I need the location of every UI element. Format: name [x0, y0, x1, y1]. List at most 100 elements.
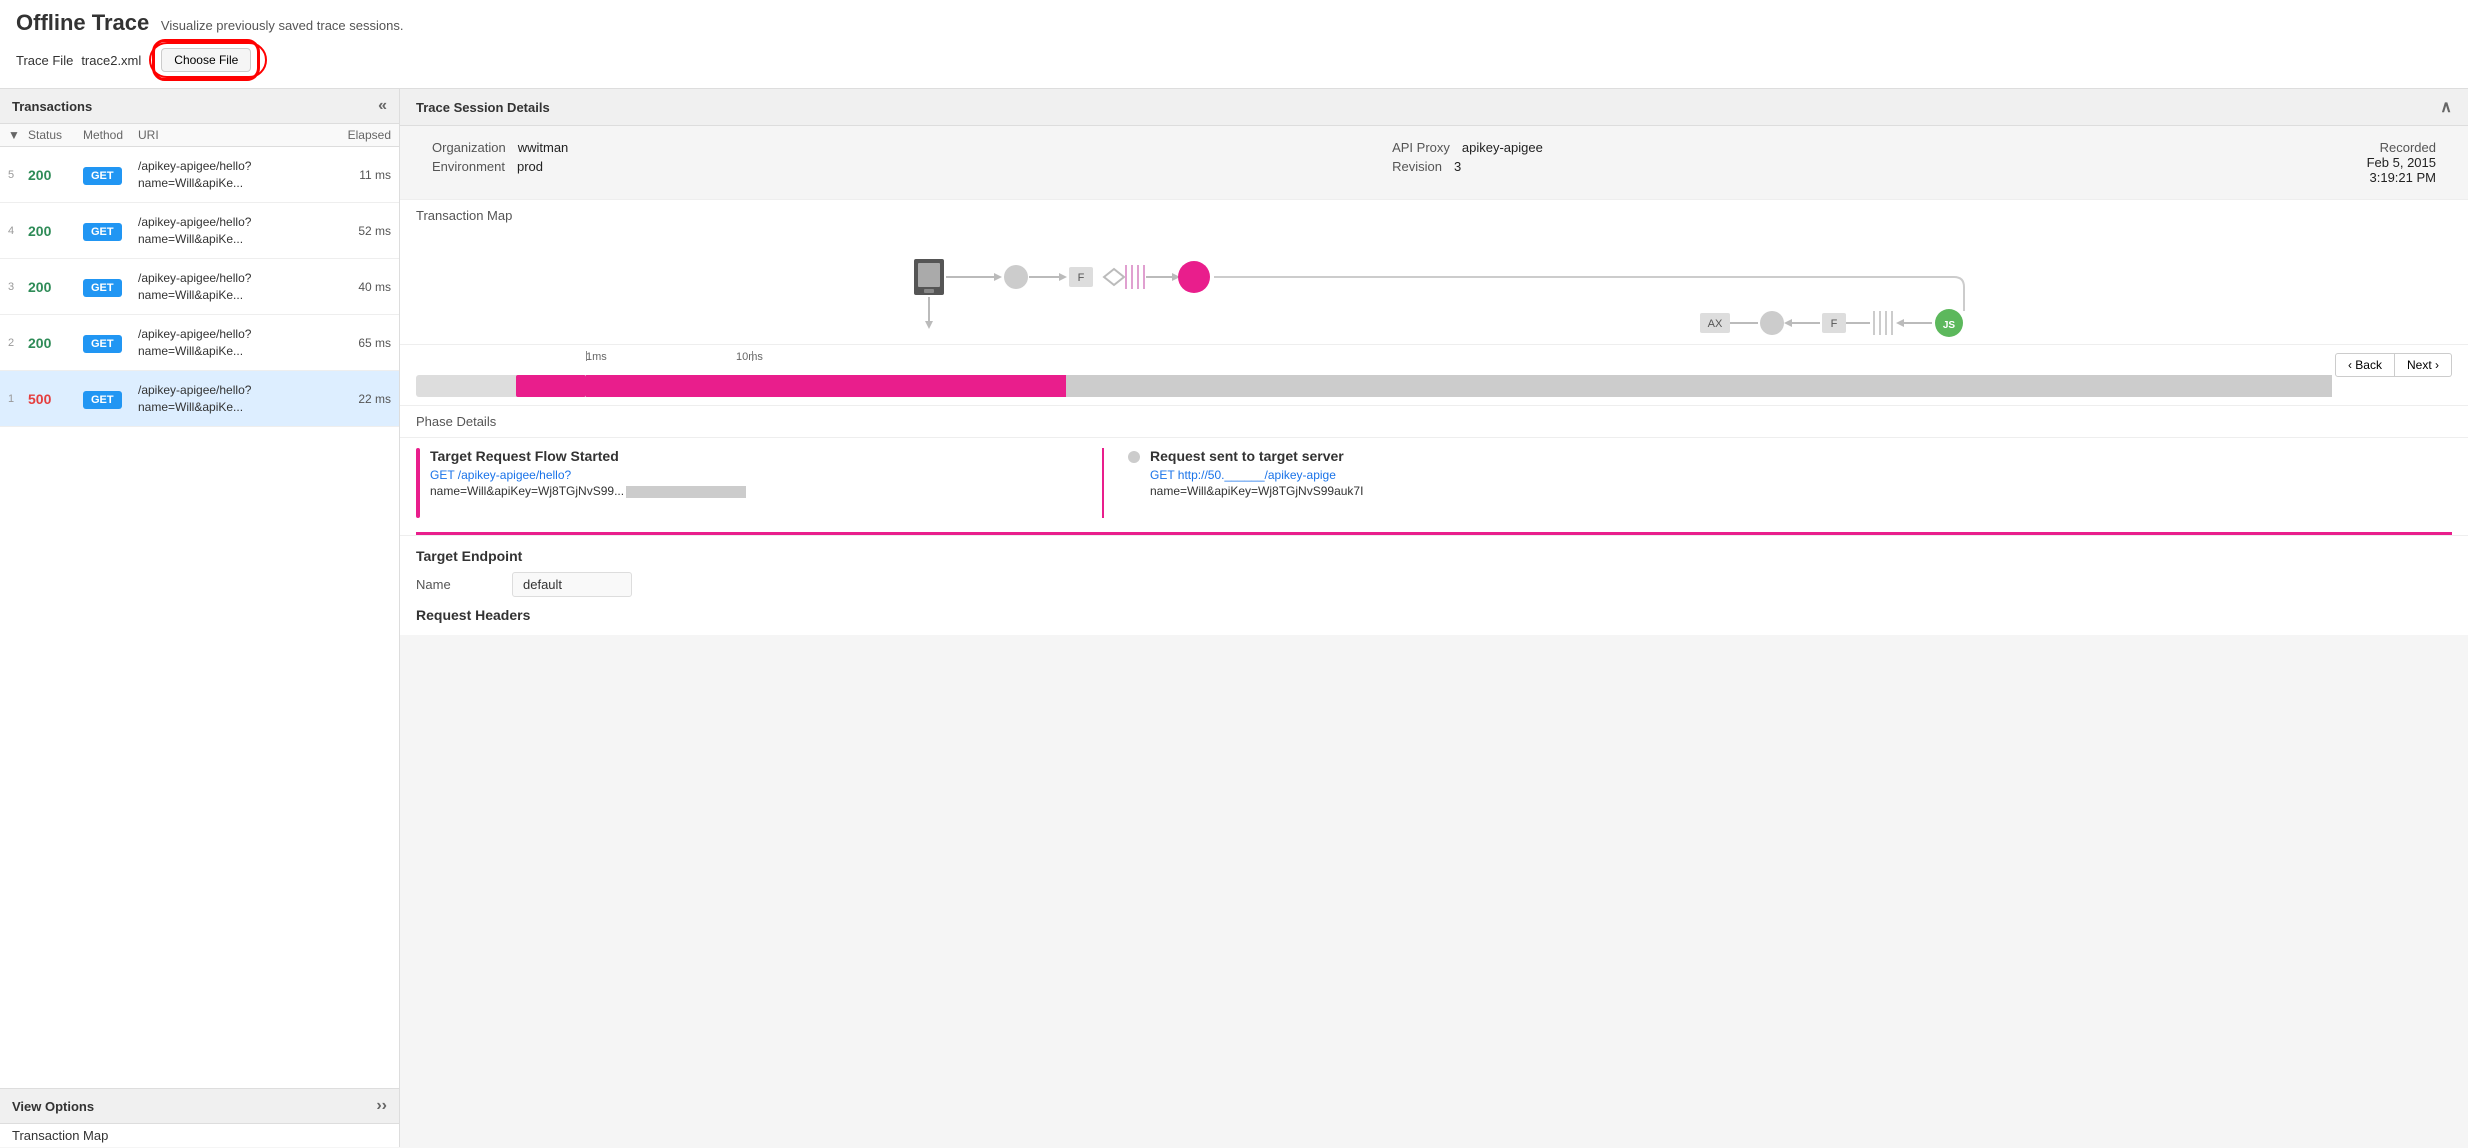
down-arrowhead [925, 321, 933, 329]
timeline-section: 1ms 10ms ‹ Back Next › [400, 345, 2468, 406]
view-options-header[interactable]: View Options ›› [0, 1088, 399, 1124]
transaction-row[interactable]: 4 200 GET /apikey-apigee/hello?name=Will… [0, 203, 399, 259]
gray-circle-1 [1004, 265, 1028, 289]
diamond-1 [1104, 269, 1124, 285]
tx-elapsed: 52 ms [331, 224, 391, 238]
transaction-map-title: Transaction Map [416, 208, 2452, 223]
view-options-label: View Options [12, 1099, 94, 1114]
phase-card-1: Target Request Flow Started GET /apikey-… [416, 448, 1078, 518]
phase-details-title: Phase Details [400, 406, 2468, 437]
collapse-right-icon[interactable]: ∧ [2440, 97, 2452, 117]
arrowhead-b1 [1896, 319, 1904, 327]
tx-table-header: ▼ Status Method URI Elapsed [0, 124, 399, 147]
timeline-labels: 1ms 10ms [416, 351, 2452, 373]
sort-col: ▼ [8, 128, 28, 142]
choose-file-button[interactable]: Choose File [161, 48, 251, 72]
header: Offline Trace Visualize previously saved… [0, 0, 2468, 89]
env-label: Environment [432, 159, 505, 174]
arrowhead-b3 [1784, 319, 1792, 327]
org-row: Organization wwitman [432, 140, 568, 155]
tx-uri: /apikey-apigee/hello?name=Will&apiKe... [138, 270, 331, 304]
transactions-header: Transactions « [0, 89, 399, 124]
transaction-row[interactable]: 1 500 GET /apikey-apigee/hello?name=Will… [0, 371, 399, 427]
revision-label: Revision [1392, 159, 1442, 174]
request-headers-heading: Request Headers [416, 607, 2452, 623]
phase-pink-underline [416, 532, 2452, 535]
tx-num: 3 [8, 281, 28, 293]
arrowhead-2 [1059, 273, 1067, 281]
proxy-revision-group: API Proxy apikey-apigee Revision 3 [1392, 140, 1543, 185]
trace-session-header: Trace Session Details ∧ [400, 89, 2468, 126]
transaction-row[interactable]: 2 200 GET /apikey-apigee/hello?name=Will… [0, 315, 399, 371]
recorded-group: Recorded Feb 5, 2015 3:19:21 PM [2367, 140, 2436, 185]
gray-circle-2 [1760, 311, 1784, 335]
tx-elapsed: 22 ms [331, 392, 391, 406]
org-label: Organization [432, 140, 506, 155]
next-button[interactable]: Next › [2395, 353, 2452, 377]
transaction-map-section: Transaction Map [400, 199, 2468, 345]
elapsed-col-header: Elapsed [331, 128, 391, 142]
tx-method: GET [83, 279, 138, 294]
phase-card-1-link[interactable]: GET /apikey-apigee/hello? [430, 468, 746, 482]
transaction-row[interactable]: 5 200 GET /apikey-apigee/hello?name=Will… [0, 147, 399, 203]
revision-value: 3 [1454, 159, 1461, 174]
name-field-label: Name [416, 577, 496, 592]
phase-card-1-body: Target Request Flow Started GET /apikey-… [430, 448, 746, 518]
tx-num: 4 [8, 225, 28, 237]
name-field-value: default [512, 572, 632, 597]
org-value: wwitman [518, 140, 569, 155]
timeline-magenta-segment [586, 375, 1066, 397]
session-info-row: Organization wwitman Environment prod AP… [400, 126, 2468, 199]
recorded-date: Feb 5, 2015 [2367, 155, 2436, 170]
ax-label: AX [1708, 318, 1723, 330]
recorded-label: Recorded [2367, 140, 2436, 155]
main-layout: Transactions « ▼ Status Method URI Elaps… [0, 89, 2468, 1147]
phase-card-2-body: Request sent to target server GET http:/… [1150, 448, 1363, 518]
transactions-list: 5 200 GET /apikey-apigee/hello?name=Will… [0, 147, 399, 427]
target-endpoint-section: Target Endpoint Name default Request Hea… [400, 536, 2468, 635]
tx-status: 500 [28, 391, 83, 407]
phase-card-2-title: Request sent to target server [1150, 448, 1363, 464]
proxy-value: apikey-apigee [1462, 140, 1543, 155]
tx-num: 5 [8, 169, 28, 181]
env-value: prod [517, 159, 543, 174]
phase-card-2-link[interactable]: GET http://50.______/apikey-apige [1150, 468, 1363, 482]
device-home [924, 289, 934, 293]
trace-file-row: Trace File trace2.xml Choose File [16, 42, 2452, 78]
page-subtitle: Visualize previously saved trace session… [161, 18, 404, 33]
tx-uri: /apikey-apigee/hello?name=Will&apiKe... [138, 326, 331, 360]
status-col-header: Status [28, 128, 83, 142]
flow-path-right [1214, 277, 1964, 311]
proxy-label: API Proxy [1392, 140, 1450, 155]
trace-file-label: Trace File [16, 53, 73, 68]
view-options-transaction-map: Transaction Map [0, 1124, 399, 1147]
timeline-pink-segment [516, 375, 586, 397]
phase-card-1-title: Target Request Flow Started [430, 448, 746, 464]
uri-col-header: URI [138, 128, 331, 142]
org-env-group: Organization wwitman Environment prod [432, 140, 568, 185]
transaction-row[interactable]: 3 200 GET /apikey-apigee/hello?name=Will… [0, 259, 399, 315]
recorded-time: 3:19:21 PM [2367, 170, 2436, 185]
tx-elapsed: 40 ms [331, 280, 391, 294]
phase-details-content: Target Request Flow Started GET /apikey-… [400, 437, 2468, 532]
right-panel: Trace Session Details ∧ Organization wwi… [400, 89, 2468, 1147]
phase-card-1-bar [416, 448, 420, 518]
phase-card-2: Request sent to target server GET http:/… [1128, 448, 1790, 518]
tx-status: 200 [28, 223, 83, 239]
timeline-label-10ms: 10ms [736, 351, 763, 363]
tx-method: GET [83, 167, 138, 182]
tx-uri: /apikey-apigee/hello?name=Will&apiKe... [138, 158, 331, 192]
tx-elapsed: 11 ms [331, 168, 391, 182]
flow-diagram-svg: F [416, 231, 2452, 341]
timeline-gray-segment [1066, 375, 2332, 397]
env-row: Environment prod [432, 159, 568, 174]
tx-status: 200 [28, 335, 83, 351]
timeline-bar [416, 375, 2332, 397]
f-label-2: F [1831, 318, 1838, 330]
proxy-row: API Proxy apikey-apigee [1392, 140, 1543, 155]
collapse-button[interactable]: « [378, 97, 387, 115]
transactions-title: Transactions [12, 99, 92, 114]
back-button[interactable]: ‹ Back [2335, 353, 2395, 377]
tx-num: 2 [8, 337, 28, 349]
trace-session-title: Trace Session Details [416, 100, 550, 115]
